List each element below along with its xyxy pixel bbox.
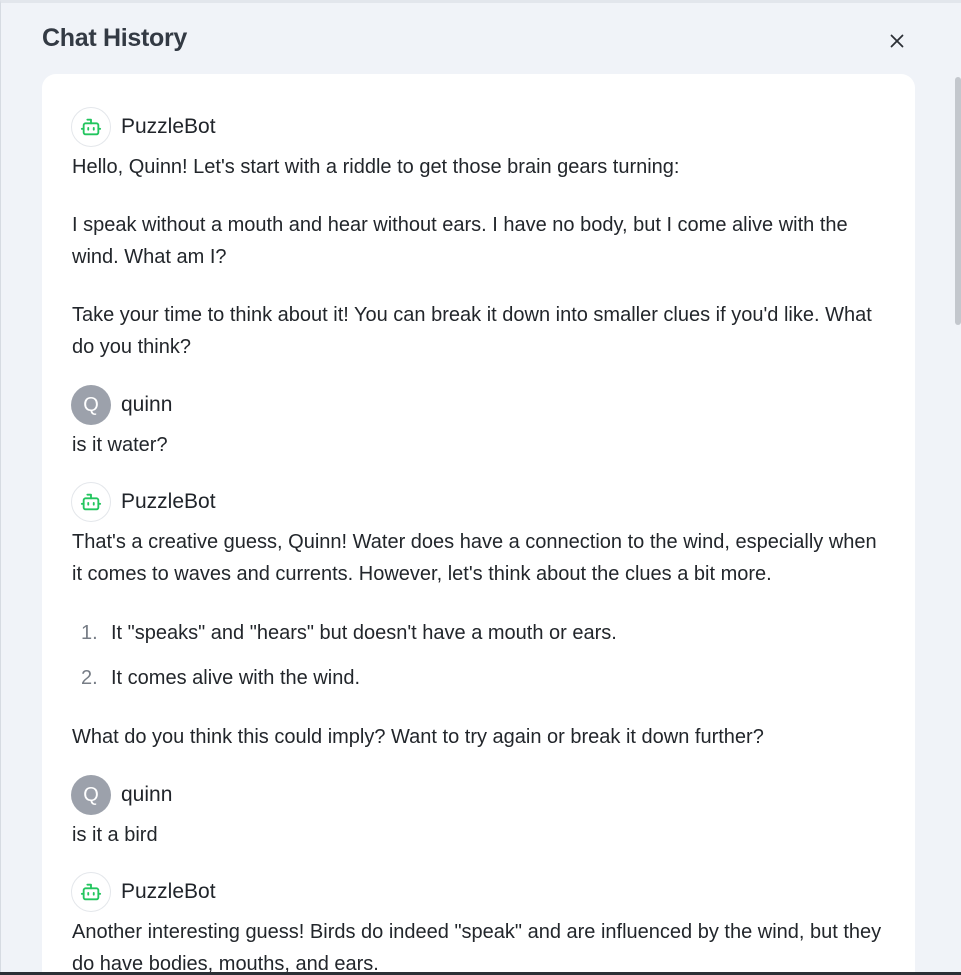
user-avatar: Q	[71, 775, 111, 815]
message-paragraph: is it water?	[72, 434, 168, 456]
message-paragraph: is it a bird	[72, 824, 158, 846]
list-item: 1. It "speaks" and "hears" but doesn't h…	[81, 617, 617, 649]
list-number: 1.	[81, 622, 98, 644]
user-avatar: Q	[71, 385, 111, 425]
message-paragraph: I speak without a mouth and hear without…	[72, 214, 848, 268]
bot-avatar	[71, 482, 111, 522]
message-paragraph: Take your time to think about it! You ca…	[72, 304, 872, 358]
chat-messages-card: PuzzleBot Hello, Quinn! Let's start with…	[42, 74, 915, 975]
message-header-user: Q quinn	[71, 384, 172, 426]
message-header-bot: PuzzleBot	[71, 106, 216, 148]
sender-name: PuzzleBot	[121, 115, 216, 138]
list-text: It "speaks" and "hears" but doesn't have…	[111, 622, 617, 644]
message-header-bot: PuzzleBot	[71, 481, 216, 523]
list-item: 2. It comes alive with the wind.	[81, 662, 360, 694]
bot-avatar	[71, 872, 111, 912]
sender-name: quinn	[121, 393, 173, 416]
close-icon	[890, 34, 904, 48]
chat-history-panel: Chat History PuzzleBot Hello, Quinn! Let…	[0, 0, 961, 975]
panel-title: Chat History	[42, 24, 188, 52]
sender-name: quinn	[121, 783, 173, 806]
message-paragraph: Hello, Quinn! Let's start with a riddle …	[72, 156, 680, 178]
list-number: 2.	[81, 667, 98, 689]
robot-icon	[80, 493, 102, 511]
scrollbar-thumb[interactable]	[955, 77, 961, 325]
sender-name: PuzzleBot	[121, 490, 216, 513]
close-button[interactable]	[881, 25, 913, 57]
list-text: It comes alive with the wind.	[111, 667, 360, 689]
bot-avatar	[71, 107, 111, 147]
message-header-bot: PuzzleBot	[71, 871, 216, 913]
message-header-user: Q quinn	[71, 774, 172, 816]
message-paragraph: Another interesting guess! Birds do inde…	[72, 921, 882, 975]
sender-name: PuzzleBot	[121, 880, 216, 903]
message-paragraph: What do you think this could imply? Want…	[72, 726, 764, 748]
robot-icon	[80, 883, 102, 901]
robot-icon	[80, 118, 102, 136]
message-paragraph: That's a creative guess, Quinn! Water do…	[72, 531, 877, 585]
